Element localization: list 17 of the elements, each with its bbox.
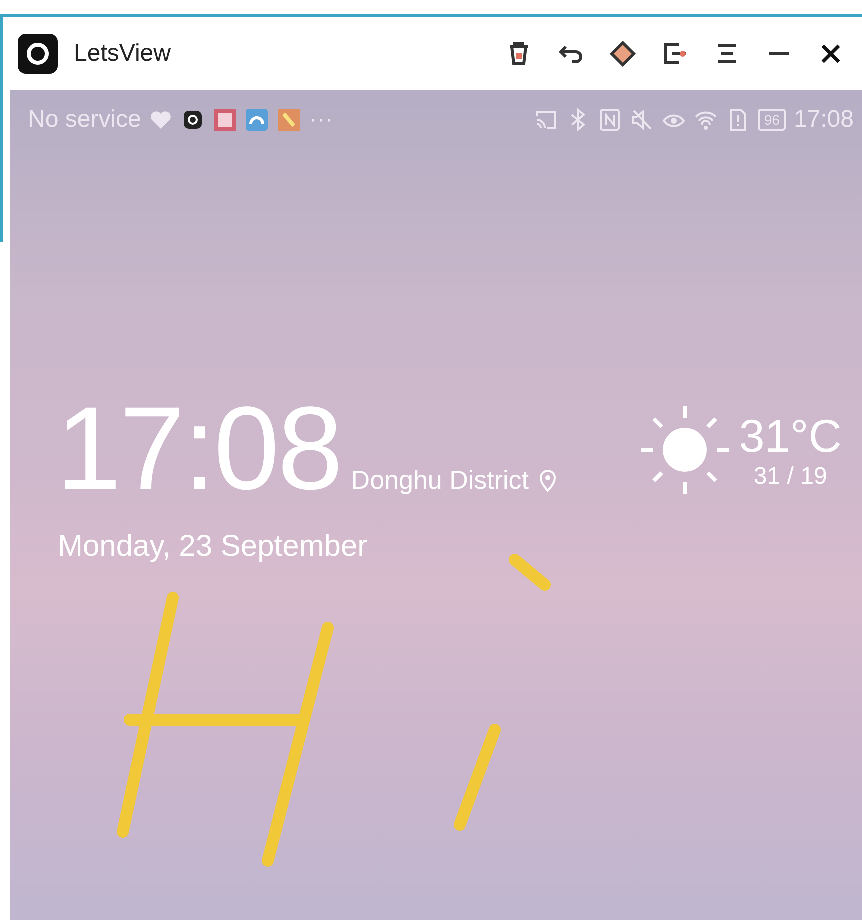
nfc-icon	[598, 108, 622, 132]
app-icon	[245, 108, 270, 132]
app-icon	[213, 108, 238, 132]
mute-icon	[630, 108, 654, 132]
app-icon	[277, 108, 302, 132]
temperature-text: 31°C	[739, 409, 842, 463]
status-time: 17:08	[794, 106, 854, 134]
location-text: Donghu District	[351, 465, 530, 496]
exit-icon[interactable]	[662, 40, 688, 66]
date-text: Monday, 23 September	[58, 530, 368, 564]
cast-icon	[534, 108, 558, 132]
temperature-range: 31 / 19	[754, 463, 828, 491]
app-logo-icon	[18, 34, 58, 74]
eraser-icon[interactable]	[610, 40, 636, 66]
window-title: LetsView	[74, 40, 172, 68]
lock-clock: 17:08	[56, 390, 342, 508]
more-notifications-text: ···	[309, 106, 334, 134]
